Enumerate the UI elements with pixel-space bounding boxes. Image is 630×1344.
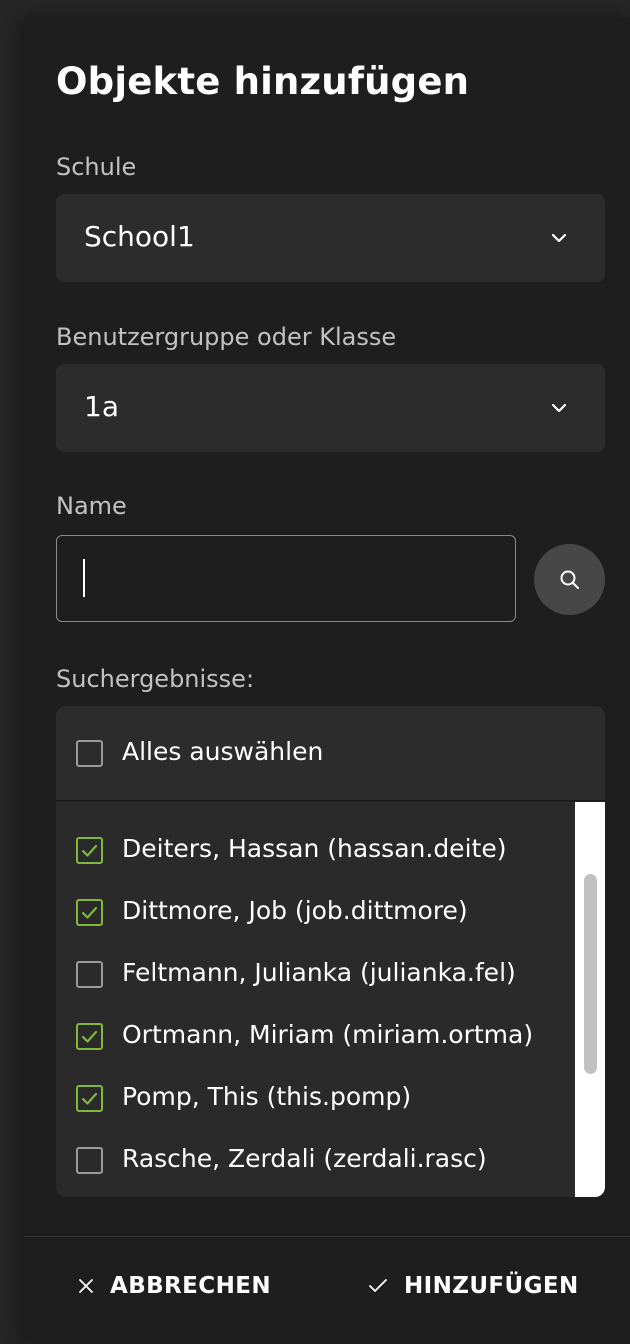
add-button-label: HINZUFÜGEN <box>404 1273 579 1299</box>
results-scrollbar[interactable] <box>575 802 605 1197</box>
list-item[interactable]: Pomp, This (this.pomp) <box>56 1076 575 1138</box>
school-select-value: School1 <box>84 220 195 253</box>
results-label: Suchergebnisse: <box>56 665 255 693</box>
school-select[interactable]: School1 <box>56 194 605 282</box>
list-item-label: Dittmore, Job (job.dittmore) <box>122 896 468 925</box>
chevron-down-icon <box>551 233 567 243</box>
check-icon <box>81 1030 98 1043</box>
list-item[interactable]: Dittmore, Job (job.dittmore) <box>56 890 575 952</box>
check-icon <box>369 1279 387 1292</box>
list-item-label: Rasche, Zerdali (zerdali.rasc) <box>122 1144 487 1173</box>
select-all-checkbox[interactable] <box>76 740 103 767</box>
list-item[interactable]: Feltmann, Julianka (julianka.fel) <box>56 952 575 1014</box>
list-item-checkbox[interactable] <box>76 961 103 988</box>
list-item[interactable]: Ortmann, Miriam (miriam.ortma) <box>56 1014 575 1076</box>
select-all-row[interactable]: Alles auswählen <box>56 706 605 801</box>
list-item-checkbox[interactable] <box>76 1023 103 1050</box>
add-button[interactable]: HINZUFÜGEN <box>368 1266 579 1306</box>
group-select-value: 1a <box>84 390 119 423</box>
check-icon <box>81 844 98 857</box>
select-all-label: Alles auswählen <box>122 737 324 766</box>
dialog-title: Objekte hinzufügen <box>56 60 470 103</box>
list-item-checkbox[interactable] <box>76 899 103 926</box>
list-item-label: Pomp, This (this.pomp) <box>122 1082 412 1111</box>
cancel-button[interactable]: ABBRECHEN <box>78 1266 271 1306</box>
list-item-checkbox[interactable] <box>76 1085 103 1112</box>
close-icon <box>79 1279 93 1293</box>
name-label: Name <box>56 492 127 520</box>
search-button[interactable] <box>534 544 605 615</box>
results-list-box: Alles auswählen Deiters, Hassan (hassan.… <box>56 706 605 1197</box>
list-item-checkbox[interactable] <box>76 1147 103 1174</box>
text-caret <box>83 559 85 597</box>
results-list[interactable]: Deiters, Hassan (hassan.deite) Dittmore, … <box>56 802 575 1197</box>
group-label: Benutzergruppe oder Klasse <box>56 323 397 351</box>
list-item-label: Deiters, Hassan (hassan.deite) <box>122 834 507 863</box>
chevron-down-icon <box>551 403 567 413</box>
cancel-button-label: ABBRECHEN <box>110 1273 271 1299</box>
search-icon <box>560 570 579 589</box>
list-item[interactable]: Rasche, Zerdali (zerdali.rasc) <box>56 1138 575 1197</box>
list-item-checkbox[interactable] <box>76 837 103 864</box>
group-select[interactable]: 1a <box>56 364 605 452</box>
school-label: Schule <box>56 153 137 181</box>
list-item-label: Ortmann, Miriam (miriam.ortma) <box>122 1020 534 1049</box>
check-icon <box>81 906 98 919</box>
footer-divider <box>24 1236 630 1237</box>
check-icon <box>81 1092 98 1105</box>
list-item-label: Feltmann, Julianka (julianka.fel) <box>122 958 516 987</box>
results-scrollbar-thumb[interactable] <box>584 874 597 1074</box>
list-item[interactable]: Deiters, Hassan (hassan.deite) <box>56 828 575 890</box>
add-objects-dialog: Objekte hinzufügen Schule School1 Benutz… <box>24 18 630 1344</box>
name-search-input[interactable] <box>56 535 516 622</box>
